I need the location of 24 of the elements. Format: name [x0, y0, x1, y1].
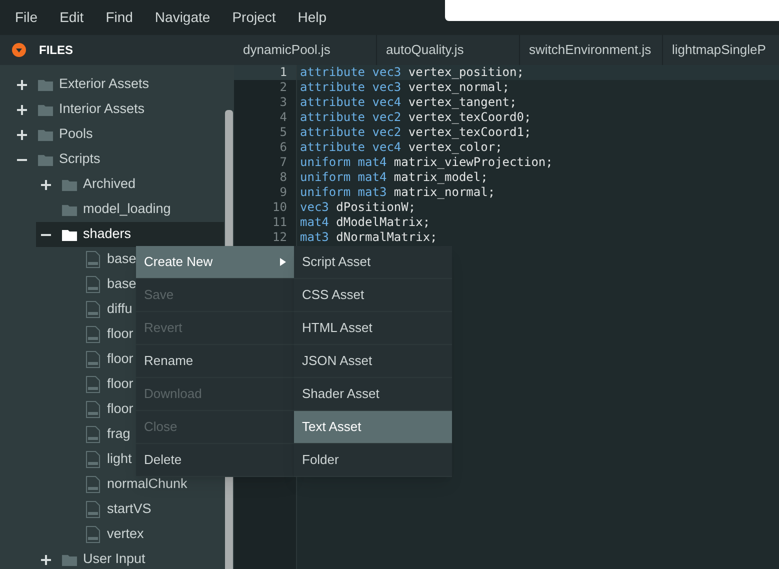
code-line: vec3 dPositionW; [299, 200, 417, 215]
line-number: 4 [278, 110, 288, 125]
code-line: uniform mat3 matrix_normal; [299, 185, 496, 200]
code-line: attribute vec2 vertex_texCoord1; [299, 125, 532, 140]
line-number: 7 [278, 155, 288, 170]
line-number: 6 [278, 140, 288, 155]
line-number: 9 [278, 185, 288, 200]
line-number: 2 [278, 80, 288, 95]
panel-title: FILES [39, 42, 74, 59]
code-line: attribute vec3 vertex_normal; [299, 80, 511, 95]
code-line: uniform mat4 matrix_model; [299, 170, 489, 185]
line-number: 11 [272, 215, 288, 230]
code-line: mat4 dModelMatrix; [299, 215, 432, 230]
code-line: attribute vec4 vertex_tangent; [299, 95, 518, 110]
line-number: 5 [278, 125, 288, 140]
line-number: 12 [272, 230, 288, 245]
code-line: attribute vec4 vertex_color; [299, 140, 504, 155]
line-number: 8 [278, 170, 288, 185]
line-number: 10 [272, 200, 288, 215]
code-line: uniform mat4 matrix_viewProjection; [299, 155, 554, 170]
code-line: mat3 dNormalMatrix; [299, 230, 438, 245]
line-number: 3 [278, 95, 288, 110]
code-line: attribute vec2 vertex_texCoord0; [299, 110, 532, 125]
line-number: 1 [234, 65, 296, 80]
